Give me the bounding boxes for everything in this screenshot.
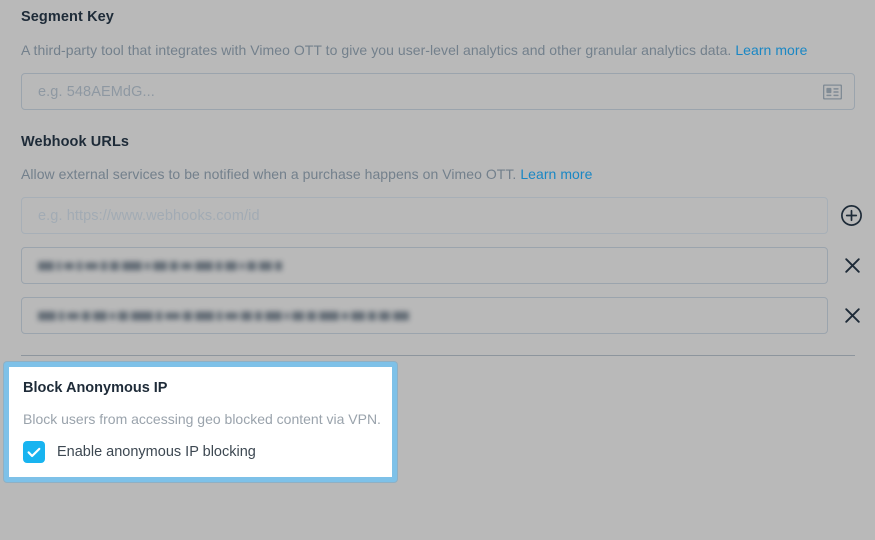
check-icon: [27, 447, 41, 457]
block-anonymous-ip-title: Block Anonymous IP: [23, 380, 168, 396]
webhook-url-row-2-input[interactable]: [21, 297, 828, 334]
block-anonymous-ip-description: Block users from accessing geo blocked c…: [23, 411, 381, 427]
plus-circle-icon: [840, 204, 862, 226]
remove-webhook-button-1[interactable]: [840, 253, 864, 277]
close-icon: [844, 307, 860, 323]
section-divider: [21, 355, 855, 356]
block-anonymous-ip-highlight: Block Anonymous IP Block users from acce…: [4, 362, 397, 482]
remove-webhook-button-2[interactable]: [840, 303, 864, 327]
webhook-urls-title: Webhook URLs: [21, 134, 130, 150]
webhook-url-row-1-input[interactable]: [21, 247, 828, 284]
close-icon: [844, 257, 860, 273]
block-anonymous-ip-card: Block Anonymous IP Block users from acce…: [9, 367, 392, 477]
enable-anonymous-ip-blocking-row[interactable]: Enable anonymous IP blocking: [23, 441, 256, 463]
contact-card-icon[interactable]: [822, 83, 843, 100]
webhook-urls-description: Allow external services to be notified w…: [21, 166, 592, 182]
add-webhook-button[interactable]: [839, 203, 863, 227]
segment-key-learn-more-link[interactable]: Learn more: [735, 42, 807, 58]
webhook-url-new-input[interactable]: e.g. https://www.webhooks.com/id: [21, 197, 828, 234]
webhook-url-row-1-value: [38, 259, 282, 272]
segment-key-title: Segment Key: [21, 9, 114, 25]
enable-anonymous-ip-blocking-label: Enable anonymous IP blocking: [57, 444, 256, 460]
segment-key-description-text: A third-party tool that integrates with …: [21, 42, 732, 58]
segment-key-input[interactable]: e.g. 548AEMdG...: [21, 73, 855, 110]
webhook-urls-description-text: Allow external services to be notified w…: [21, 166, 517, 182]
webhook-url-row-2-value: [38, 309, 409, 322]
enable-anonymous-ip-blocking-checkbox[interactable]: [23, 441, 45, 463]
segment-key-description: A third-party tool that integrates with …: [21, 42, 807, 58]
webhook-urls-learn-more-link[interactable]: Learn more: [520, 166, 592, 182]
segment-key-input-placeholder: e.g. 548AEMdG...: [38, 83, 155, 100]
webhook-url-new-placeholder: e.g. https://www.webhooks.com/id: [38, 207, 260, 224]
settings-page: Segment Key A third-party tool that inte…: [0, 0, 875, 540]
